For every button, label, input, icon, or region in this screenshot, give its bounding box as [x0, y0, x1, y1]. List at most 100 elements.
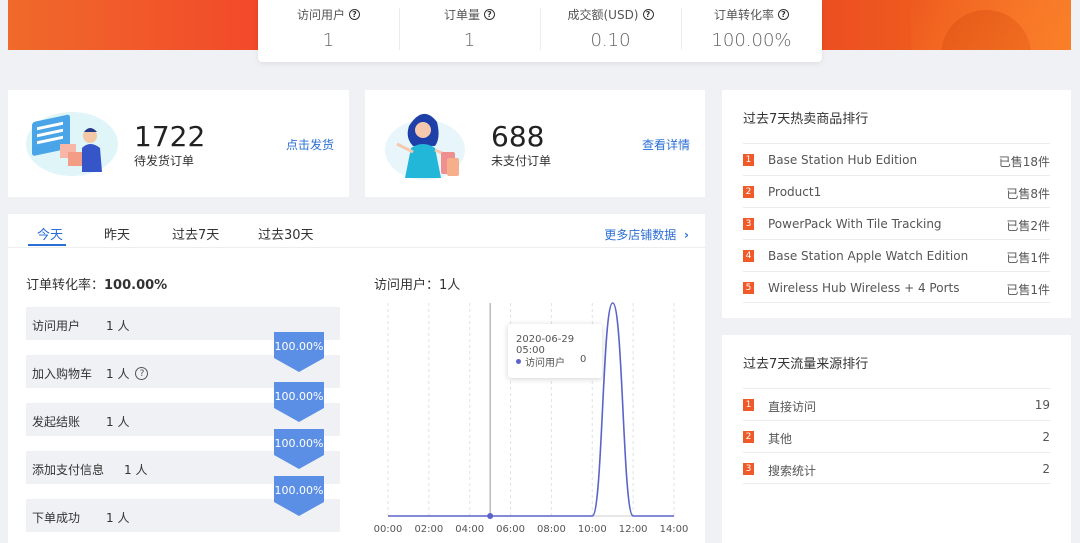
product-name: PowerPack With Tile Tracking: [768, 217, 942, 231]
rank-badge: 2: [743, 431, 754, 443]
funnel-step-count: 1 人: [106, 367, 130, 381]
product-sold: 已售8件: [1006, 187, 1050, 201]
hover-point: [487, 513, 494, 519]
x-tick-label: 06:00: [496, 524, 525, 535]
product-name: Product1: [768, 185, 822, 199]
hot-products-card: 过去7天热卖商品排行 1 Base Station Hub Edition 已售…: [722, 90, 1071, 318]
funnel-step-name: 发起结账: [32, 415, 81, 429]
view-details-link[interactable]: 查看详情: [642, 136, 690, 153]
conversion-rate-value: 100.00%: [104, 278, 168, 293]
help-icon[interactable]: ?: [484, 9, 495, 20]
funnel-rate-badge: 100.00%: [274, 476, 324, 516]
x-tick-label: 10:00: [578, 524, 607, 535]
date-range-tabs: 今天 昨天 过去7天 过去30天 更多店铺数据 ›: [8, 214, 705, 248]
stat-label: 访问用户: [296, 8, 345, 22]
funnel-rate-text: 100.00%: [275, 390, 324, 403]
product-rank-row[interactable]: 4 Base Station Apple Watch Edition 已售1件: [743, 239, 1050, 271]
traffic-source-value: 2: [1042, 462, 1050, 476]
rank-badge: 1: [743, 399, 754, 411]
product-name: Base Station Hub Edition: [768, 153, 918, 167]
stat-revenue: 成交额(USD)? 0.10: [540, 0, 681, 62]
pending-orders-label: 待发货订单: [134, 154, 195, 168]
funnel-step-count: 1 人: [106, 415, 130, 429]
tooltip-series-name: 访问用户: [525, 358, 565, 369]
x-tick-label: 14:00: [660, 524, 689, 535]
funnel-rate-badge: 100.00%: [274, 429, 324, 469]
pending-orders-card: 1722 待发货订单 点击发货: [8, 90, 349, 197]
product-sold: 已售18件: [998, 155, 1050, 169]
help-icon[interactable]: ?: [135, 367, 149, 380]
visitors-label: 访问用户：: [374, 278, 440, 293]
chevron-right-icon: ›: [684, 228, 689, 242]
traffic-sources-title: 过去7天流量来源排行: [743, 357, 869, 372]
unpaid-orders-label: 未支付订单: [491, 154, 552, 168]
stat-conversion: 订单转化率? 100.00%: [681, 0, 822, 62]
funnel-rate-text: 100.00%: [275, 437, 324, 450]
ship-now-link[interactable]: 点击发货: [286, 136, 334, 153]
rank-badge: 3: [743, 463, 754, 475]
traffic-source-name: 搜索统计: [768, 464, 817, 478]
product-rank-row[interactable]: 3 PowerPack With Tile Tracking 已售2件: [743, 207, 1050, 239]
stat-value: 100.00%: [711, 30, 792, 51]
funnel-step-name: 添加支付信息: [32, 463, 105, 477]
more-store-data-link[interactable]: 更多店铺数据 ›: [604, 226, 689, 243]
stat-value: 0.10: [590, 30, 631, 51]
active-tab-indicator: [28, 244, 66, 246]
product-sold: 已售1件: [1006, 283, 1050, 297]
x-tick-label: 12:00: [619, 524, 648, 535]
traffic-rank-row[interactable]: 3 搜索统计 2: [743, 452, 1050, 484]
more-store-data-label: 更多店铺数据: [604, 228, 677, 242]
product-rank-row[interactable]: 5 Wireless Hub Wireless + 4 Ports 已售1件: [743, 271, 1050, 303]
visitors-title: 访问用户：1人: [374, 274, 460, 293]
x-tick-label: 02:00: [414, 524, 443, 535]
product-rank-row[interactable]: 2 Product1 已售8件: [743, 175, 1050, 207]
analytics-panel: 今天 昨天 过去7天 过去30天 更多店铺数据 › 订单转化率：100.00% …: [8, 214, 705, 543]
tab-last-7-days[interactable]: 过去7天: [172, 224, 219, 243]
funnel-rate-text: 100.00%: [275, 340, 324, 353]
pending-orders-count: 1722: [134, 120, 206, 153]
stat-label: 订单转化率: [713, 8, 774, 22]
rank-badge: 4: [743, 250, 754, 262]
rank-badge: 5: [743, 282, 754, 294]
funnel-step-count: 1 人: [106, 511, 130, 525]
tooltip-value: 0: [580, 354, 587, 365]
unpaid-orders-card: 688 未支付订单 查看详情: [365, 90, 705, 197]
funnel-step-count: 1 人: [106, 319, 130, 333]
traffic-rank-row[interactable]: 2 其他 2: [743, 420, 1050, 452]
tooltip-time: 2020-06-29 05:00: [516, 334, 575, 356]
rank-badge: 3: [743, 218, 754, 230]
stat-label: 订单量: [443, 8, 480, 22]
rank-badge: 1: [743, 154, 754, 166]
product-rank-row[interactable]: 1 Base Station Hub Edition 已售18件: [743, 143, 1050, 175]
stats-bar: 访问用户? 1 订单量? 1 成交额(USD)? 0.10 订单转化率? 100…: [258, 0, 822, 62]
rank-badge: 2: [743, 186, 754, 198]
stat-visitors: 访问用户? 1: [258, 0, 399, 62]
traffic-source-name: 直接访问: [768, 400, 817, 414]
traffic-source-value: 2: [1042, 430, 1050, 444]
traffic-source-name: 其他: [768, 432, 793, 446]
tab-yesterday[interactable]: 昨天: [104, 224, 130, 243]
series-dot-icon: [516, 359, 521, 364]
tab-today[interactable]: 今天: [37, 224, 63, 243]
funnel-rate-text: 100.00%: [275, 484, 324, 497]
conversion-rate-label: 订单转化率：: [26, 278, 105, 293]
x-tick-label: 04:00: [455, 524, 484, 535]
shopper-illustration-icon: [385, 113, 465, 180]
traffic-rank-row[interactable]: 1 直接访问 19: [743, 388, 1050, 420]
hot-products-title: 过去7天热卖商品排行: [743, 112, 869, 127]
product-sold: 已售2件: [1006, 219, 1050, 233]
help-icon[interactable]: ?: [642, 9, 654, 20]
funnel-step-name: 下单成功: [32, 511, 81, 525]
funnel-step-name: 加入购物车: [32, 367, 93, 381]
traffic-sources-card: 过去7天流量来源排行 1 直接访问 19 2 其他 2 3 搜索统计 2: [722, 335, 1071, 543]
help-icon[interactable]: ?: [778, 9, 789, 20]
banner-decoration: [911, 0, 1071, 50]
funnel-rate-badge: 100.00%: [274, 382, 324, 422]
tab-last-30-days[interactable]: 过去30天: [258, 224, 314, 243]
conversion-rate-title: 订单转化率：100.00%: [26, 274, 167, 293]
product-name: Base Station Apple Watch Edition: [768, 249, 969, 263]
chart-tooltip: 2020-06-29 05:00 访问用户 0: [508, 324, 602, 378]
stat-orders: 订单量? 1: [399, 0, 540, 62]
funnel-step-count-wrap: 1 人?: [106, 365, 149, 382]
help-icon[interactable]: ?: [349, 9, 360, 20]
